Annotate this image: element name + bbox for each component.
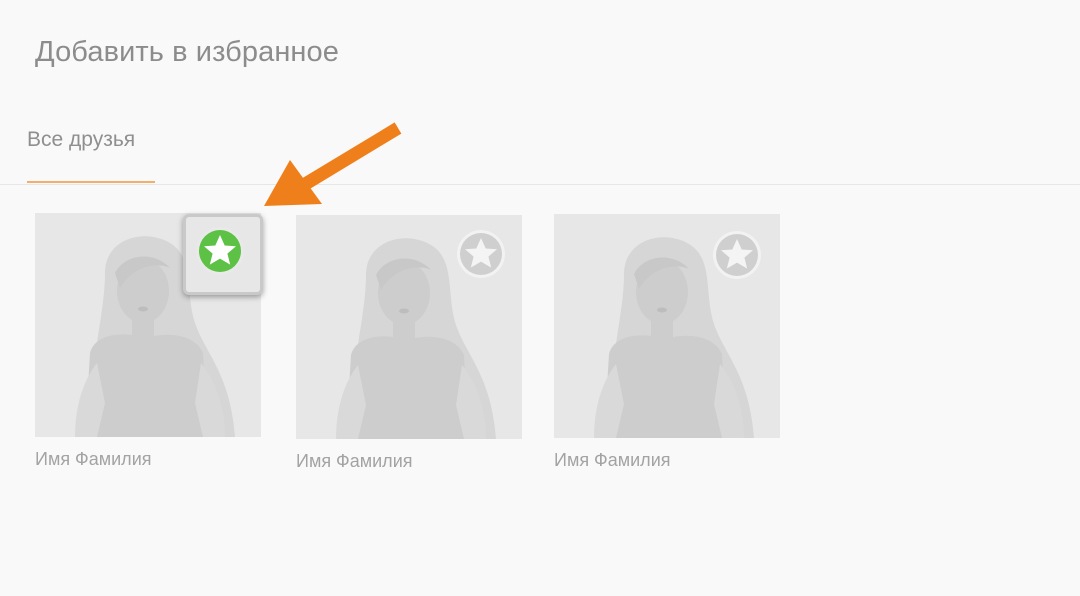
tab-all-friends[interactable]: Все друзья	[27, 128, 135, 152]
favorite-toggle-button[interactable]	[456, 229, 506, 279]
favorite-toggle-button[interactable]	[195, 226, 245, 276]
friend-avatar	[554, 214, 780, 438]
favorite-toggle-button[interactable]	[712, 230, 762, 280]
star-icon	[713, 231, 761, 279]
add-to-favorites-page: Добавить в избранное Все друзья Имя Фами…	[0, 0, 1080, 596]
star-icon	[457, 230, 505, 278]
tabs-bar: Все друзья	[0, 114, 1080, 185]
friend-name: Имя Фамилия	[296, 451, 413, 471]
friend-name: Имя Фамилия	[35, 449, 152, 469]
page-title: Добавить в избранное	[35, 36, 340, 68]
annotation-arrow-icon	[264, 122, 402, 206]
friend-avatar	[296, 215, 522, 439]
friend-name: Имя Фамилия	[554, 450, 671, 470]
active-tab-indicator	[27, 181, 155, 183]
star-icon	[196, 227, 244, 275]
friend-card[interactable]: Имя Фамилия	[296, 215, 522, 472]
friend-card[interactable]: Имя Фамилия	[554, 214, 780, 471]
